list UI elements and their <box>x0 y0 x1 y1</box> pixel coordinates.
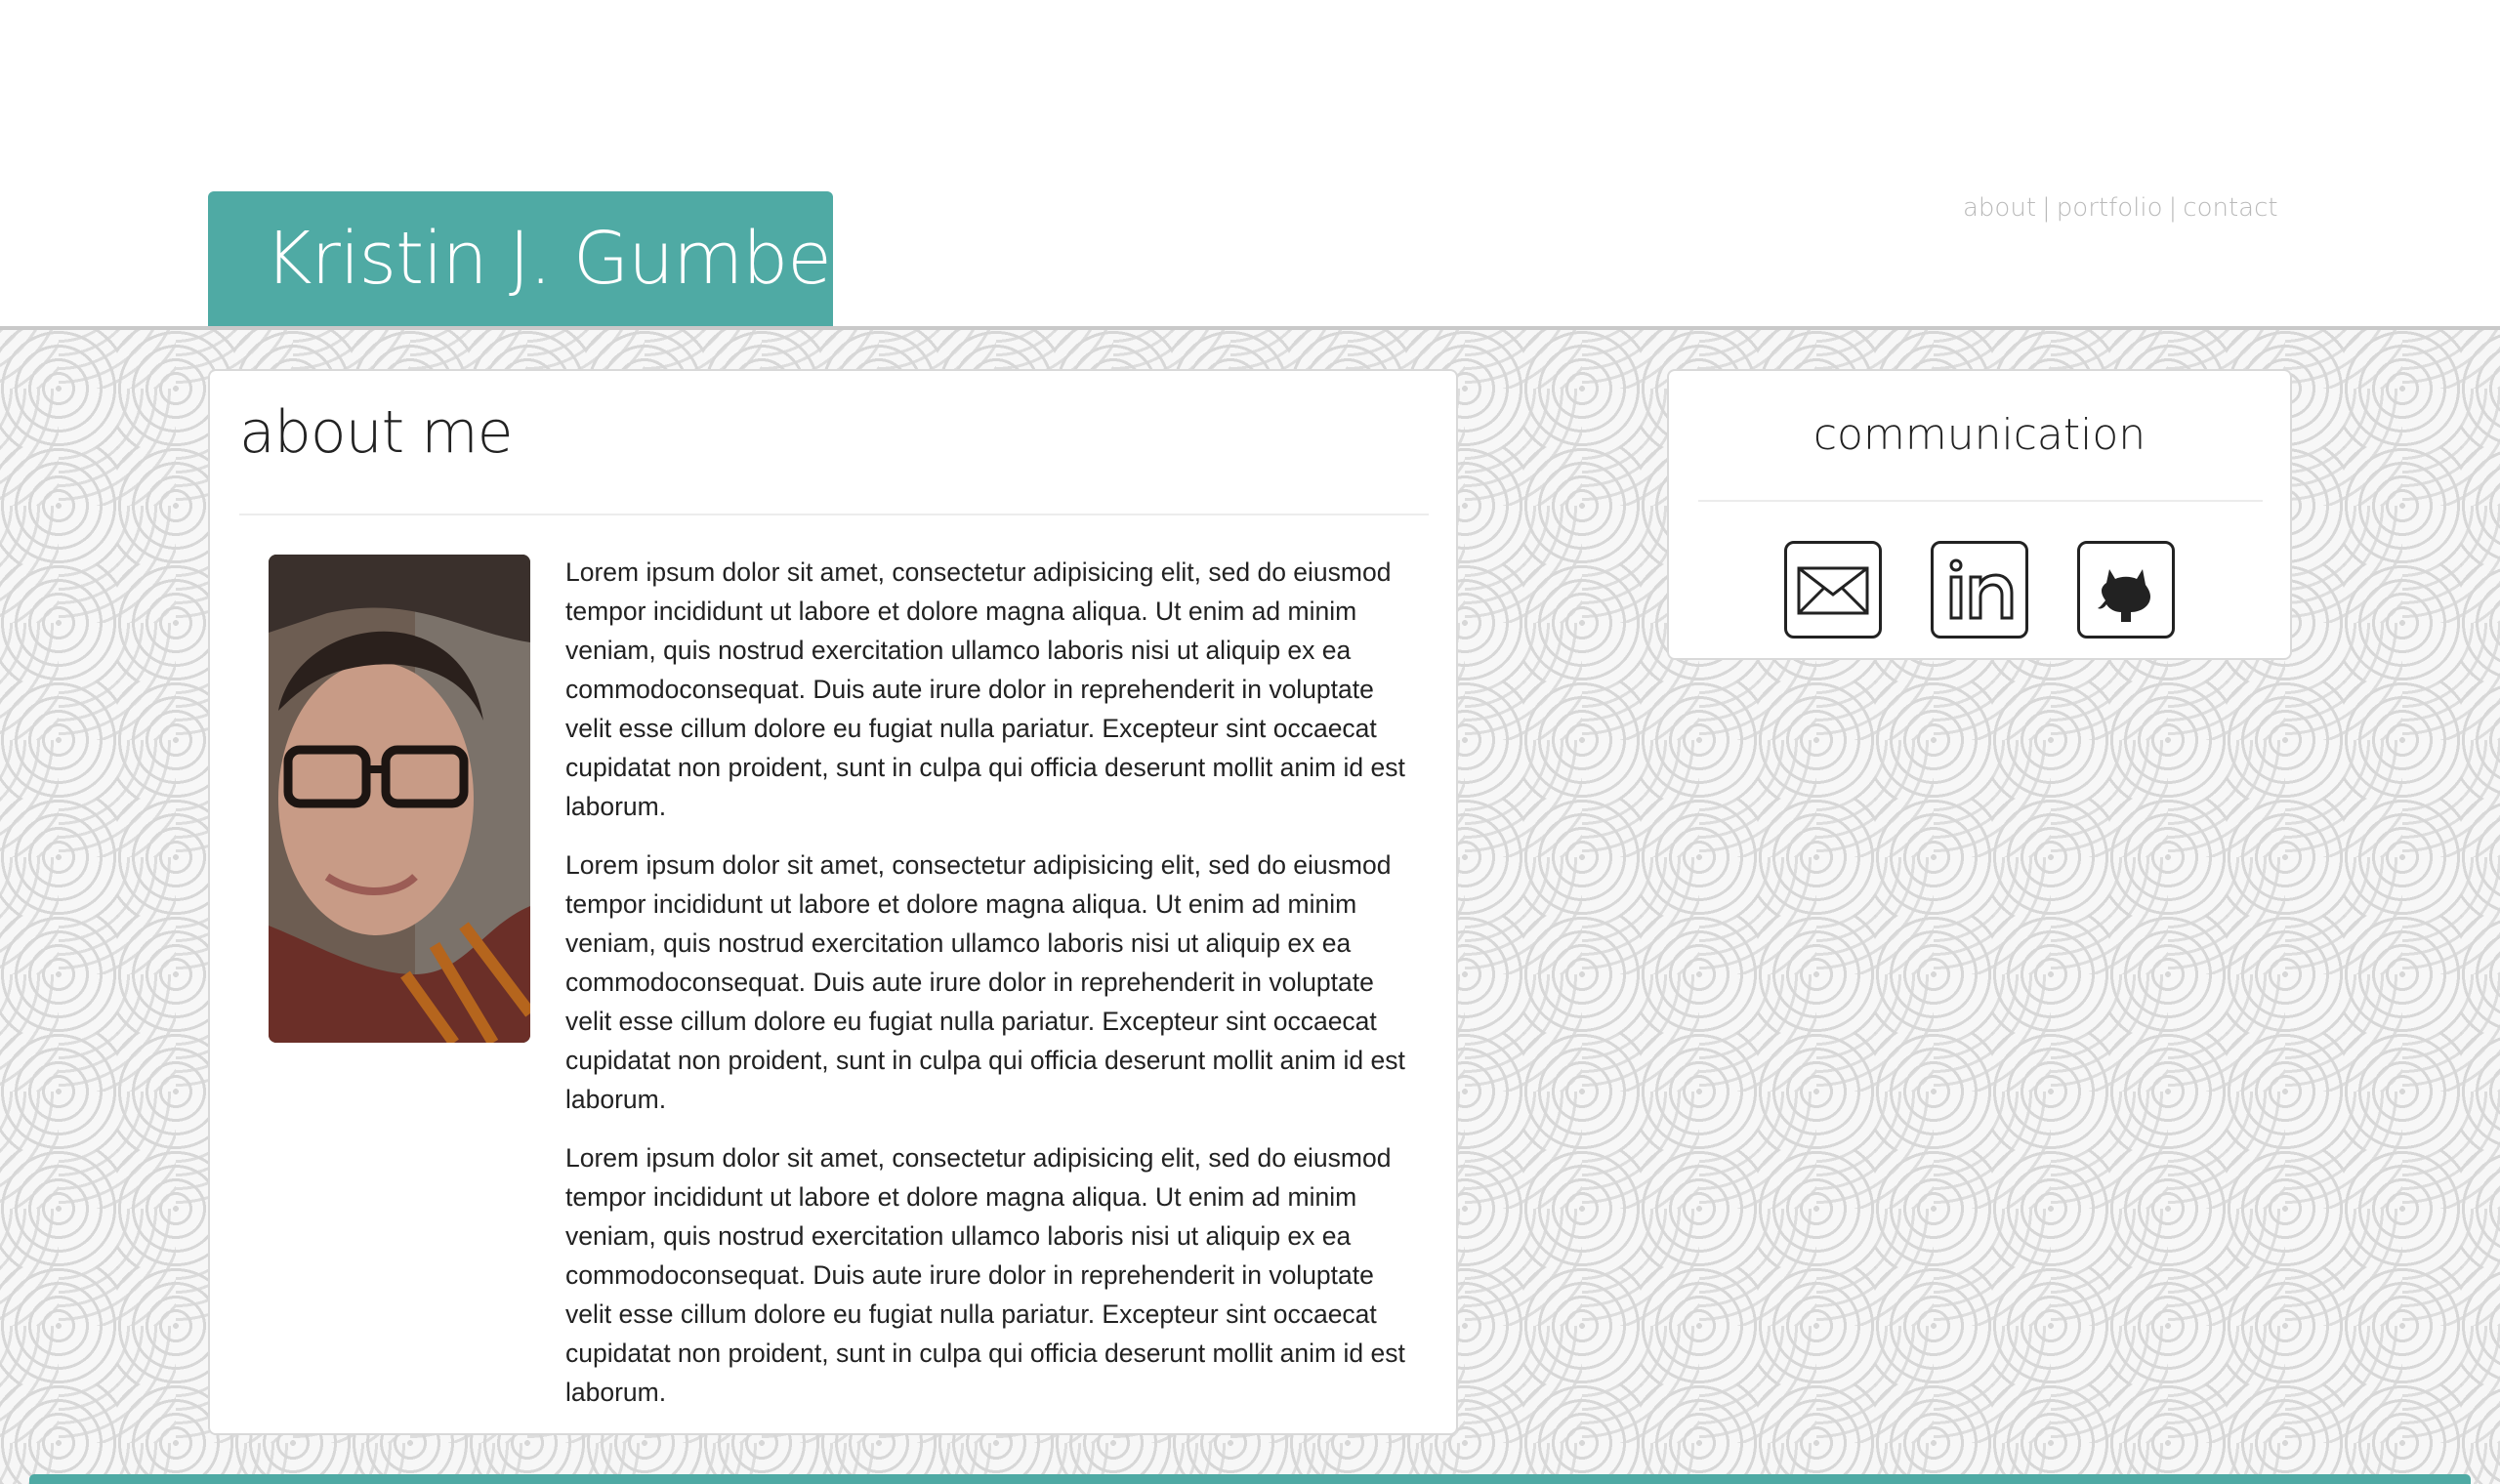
nav-portfolio-link[interactable]: portfolio <box>2057 193 2163 223</box>
communication-card: communication <box>1667 369 2292 660</box>
about-card: about me Lorem ipsum dolor sit amet, con… <box>208 369 1458 1435</box>
divider <box>1698 500 2263 502</box>
bio-paragraph: Lorem ipsum dolor sit amet, consectetur … <box>565 557 1405 821</box>
bio-paragraph: Lorem ipsum dolor sit amet, consectetur … <box>565 850 1405 1114</box>
github-icon[interactable] <box>2077 541 2175 639</box>
divider <box>239 514 1429 515</box>
site-header: Kristin J. Gumbert about | portfolio | conta… <box>0 0 2500 326</box>
mail-icon[interactable] <box>1784 541 1882 639</box>
main-nav: about | portfolio | contact <box>1963 193 2278 223</box>
site-title[interactable]: Kristin J. Gumbert <box>208 191 888 326</box>
nav-about-link[interactable]: about <box>1963 193 2036 223</box>
portrait-photo <box>269 555 530 1043</box>
nav-contact-link[interactable]: contact <box>2183 193 2277 223</box>
nav-separator: | <box>2042 193 2051 223</box>
footer-bar <box>29 1474 2471 1484</box>
communication-title: communication <box>1812 410 2146 460</box>
about-title: about me <box>239 398 514 467</box>
bio-text: Lorem ipsum dolor sit amet, consectetur … <box>565 553 1425 1431</box>
nav-separator: | <box>2168 193 2178 223</box>
bio-paragraph: Lorem ipsum dolor sit amet, consectetur … <box>565 1143 1405 1407</box>
social-icons <box>1784 541 2185 642</box>
linkedin-icon[interactable] <box>1931 541 2028 639</box>
